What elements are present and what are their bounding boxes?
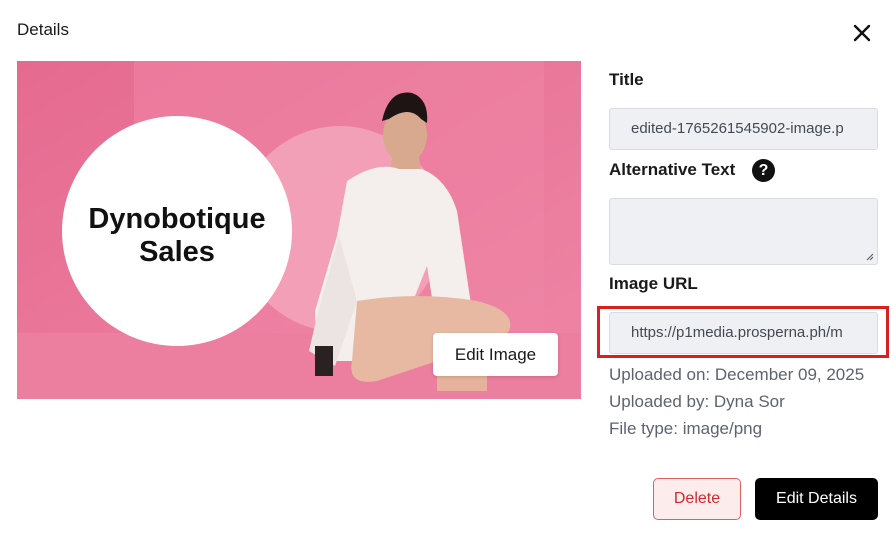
edit-details-button[interactable]: Edit Details — [755, 478, 878, 520]
question-circle-icon[interactable]: ? — [752, 159, 775, 182]
details-modal: Details Dynobotique Sales Edit Image Tit… — [0, 0, 891, 537]
resize-grip-icon[interactable] — [866, 253, 874, 261]
uploaded-by: Uploaded by: Dyna Sor — [609, 392, 785, 411]
brand-line-1: Dynobotique — [88, 203, 265, 235]
title-input[interactable]: edited-1765261545902-image.p — [609, 108, 878, 150]
close-button[interactable] — [849, 20, 875, 46]
file-type: File type: image/png — [609, 419, 763, 438]
edit-image-button[interactable]: Edit Image — [433, 333, 558, 376]
uploaded-on: Uploaded on: December 09, 2025 — [609, 365, 865, 384]
close-icon — [853, 24, 871, 42]
alt-text-textarea[interactable] — [609, 198, 878, 265]
brand-line-2: Sales — [139, 236, 215, 268]
modal-title: Details — [17, 20, 69, 39]
title-label: Title — [609, 70, 644, 89]
alt-text-label: Alternative Text — [609, 160, 736, 179]
image-url-label: Image URL — [609, 274, 698, 293]
delete-button[interactable]: Delete — [653, 478, 741, 520]
image-url-input[interactable]: https://p1media.prosperna.ph/m — [609, 312, 878, 354]
